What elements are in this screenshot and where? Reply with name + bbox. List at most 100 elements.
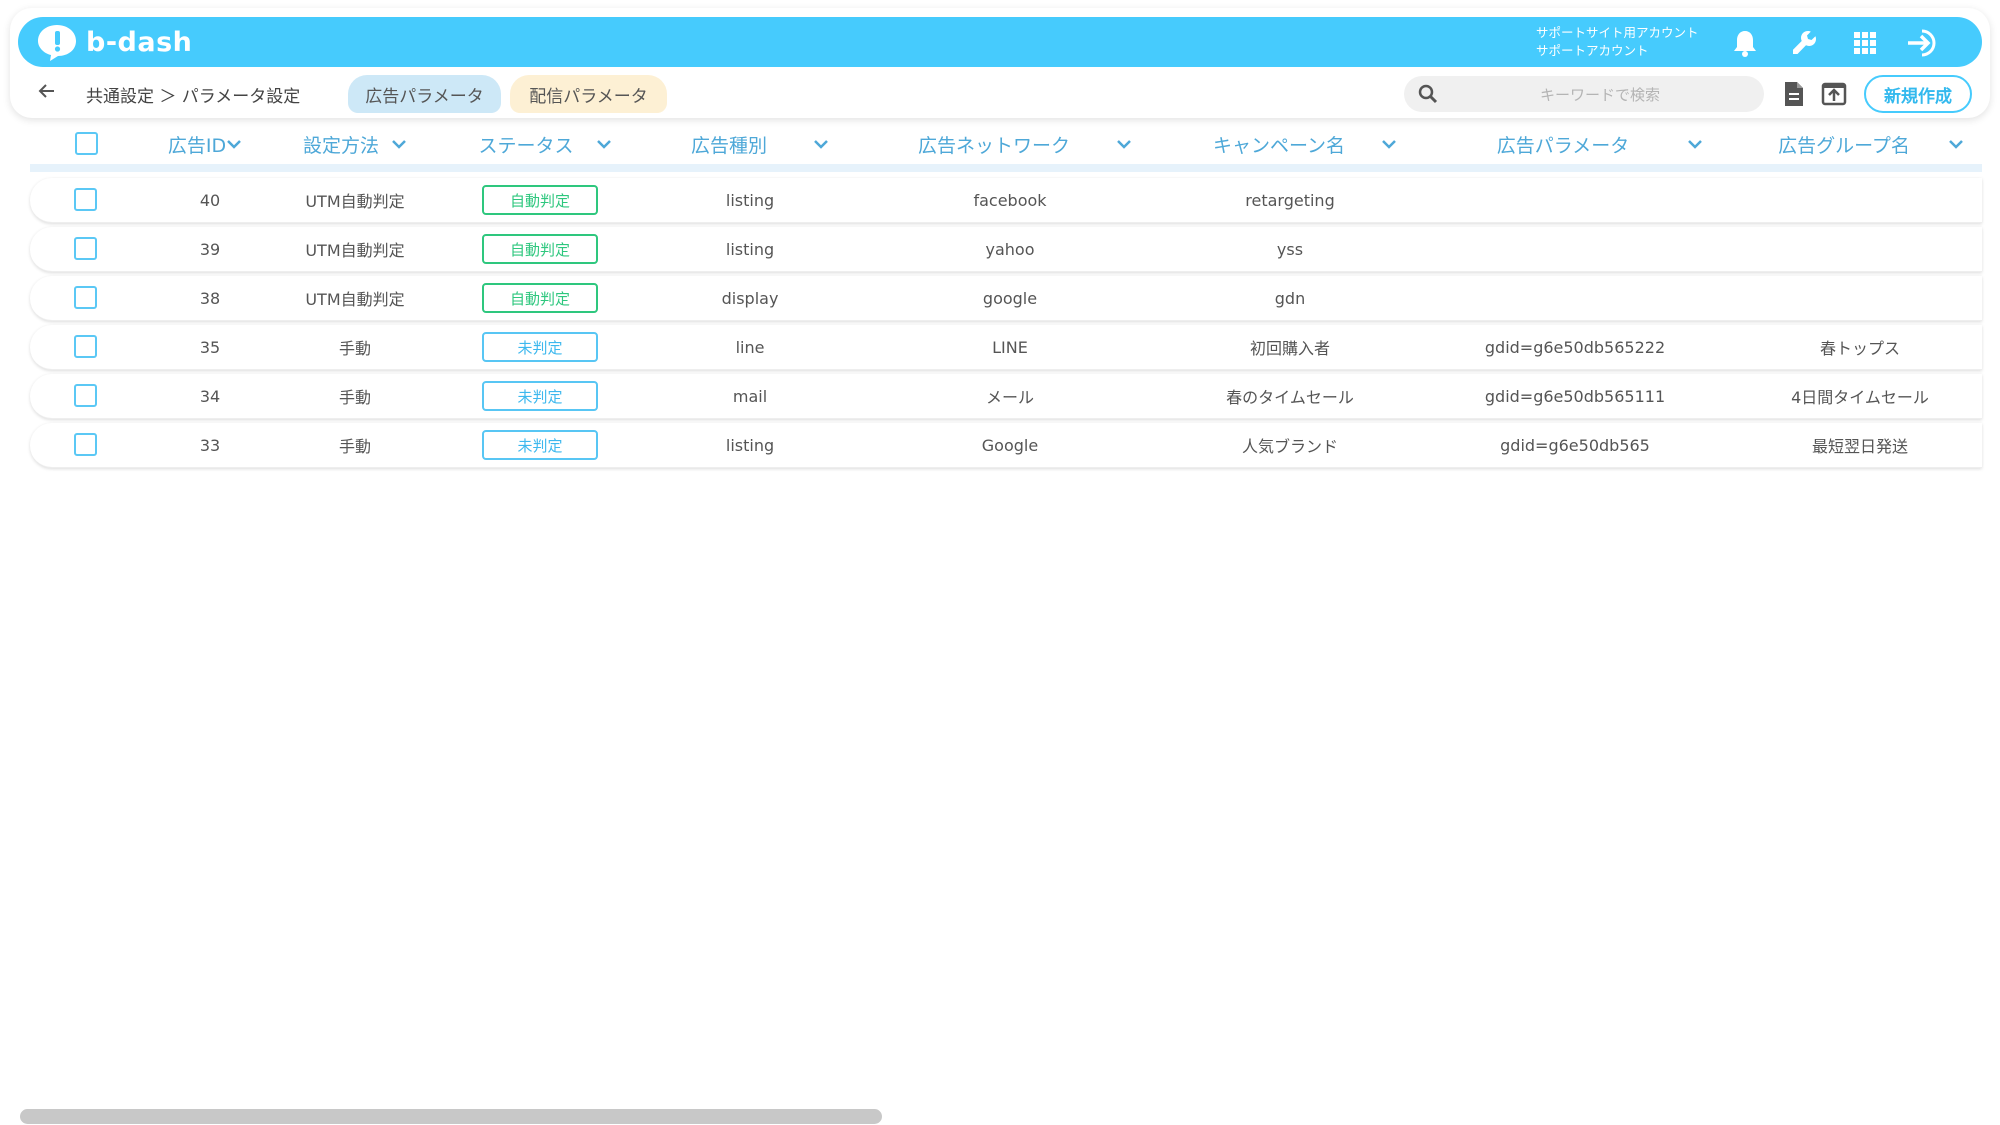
chevron-down-icon (814, 140, 828, 149)
account-info[interactable]: サポートサイト用アカウント サポートアカウント (1536, 24, 1699, 60)
cell-ad-group (1740, 227, 1980, 271)
table-row[interactable]: 35 手動 未判定 line LINE 初回購入者 gdid=g6e50db56… (30, 325, 1982, 370)
column-header-campaign[interactable]: キャンペーン名 (1180, 124, 1430, 164)
column-label: 広告グループ名 (1778, 134, 1910, 157)
cell-method: 手動 (338, 339, 371, 358)
column-label: キャンペーン名 (1212, 134, 1346, 157)
logo-bubble-icon (38, 25, 76, 61)
app-grid-icon[interactable] (1848, 26, 1882, 60)
row-checkbox[interactable] (74, 335, 97, 358)
column-header-status[interactable]: ステータス (450, 124, 640, 164)
cell-campaign: 初回購入者 (1249, 339, 1330, 358)
breadcrumb: 共通設定 ＞ パラメータ設定 (86, 87, 301, 107)
cell-method: UTM自動判定 (305, 241, 405, 260)
cell-ad-type: line (735, 337, 765, 357)
new-create-button[interactable]: 新規作成 (1864, 75, 1972, 113)
status-badge: 未判定 (482, 381, 598, 411)
logo-text: b-dash (86, 26, 193, 58)
row-checkbox[interactable] (74, 188, 97, 211)
column-header-ad-parameter[interactable]: 広告パラメータ (1460, 124, 1740, 164)
cell-ad-type: listing (725, 435, 775, 455)
status-badge: 未判定 (482, 430, 598, 460)
cell-ad-group (1740, 276, 1980, 320)
column-header-ad-group[interactable]: 広告グループ名 (1760, 124, 1982, 164)
cell-method: 手動 (338, 388, 371, 407)
cell-method: 手動 (338, 437, 371, 456)
row-checkbox[interactable] (74, 237, 97, 260)
cell-ad-network: メール (985, 388, 1034, 407)
status-badge: 自動判定 (482, 283, 598, 313)
status-badge: 自動判定 (482, 185, 598, 215)
cell-ad-network: yahoo (985, 239, 1035, 259)
chevron-down-icon (392, 140, 406, 149)
search-box (1404, 76, 1764, 112)
chevron-down-icon (1382, 140, 1396, 149)
column-label: 設定方法 (302, 134, 379, 157)
column-label: 広告ID (167, 134, 227, 157)
horizontal-scrollbar[interactable] (20, 1109, 882, 1124)
cell-campaign: yss (1276, 239, 1304, 259)
row-checkbox[interactable] (74, 286, 97, 309)
upload-icon[interactable] (1818, 78, 1850, 110)
cell-ad-type: mail (732, 386, 768, 406)
row-checkbox[interactable] (74, 433, 97, 456)
tab-ad-parameter[interactable]: 広告パラメータ (348, 75, 501, 113)
table-row[interactable]: 33 手動 未判定 listing Google 人気ブランド gdid=g6e… (30, 423, 1982, 468)
column-header-ad-type[interactable]: 広告種別 (660, 124, 860, 164)
logo[interactable]: b-dash (36, 22, 192, 62)
cell-ad-parameter (1450, 276, 1700, 320)
table-row[interactable]: 39 UTM自動判定 自動判定 listing yahoo yss (30, 227, 1982, 272)
wrench-icon[interactable] (1788, 26, 1822, 60)
cell-ad-group: 春トップス (1819, 339, 1900, 358)
cell-ad-id: 38 (199, 288, 221, 308)
cell-ad-group: 4日間タイムセール (1791, 388, 1929, 407)
status-badge: 自動判定 (482, 234, 598, 264)
tab-distribution-parameter[interactable]: 配信パラメータ (510, 75, 667, 113)
chevron-down-icon (1688, 140, 1703, 149)
chevron-down-icon (596, 140, 611, 149)
chevron-down-icon (1949, 140, 1963, 149)
cell-ad-parameter (1450, 178, 1700, 222)
cell-ad-id: 39 (199, 239, 221, 259)
cell-ad-id: 33 (199, 435, 221, 455)
account-name: サポートアカウント (1536, 43, 1649, 58)
cell-campaign: 人気ブランド (1241, 437, 1338, 456)
search-input[interactable] (1448, 80, 1752, 110)
cell-ad-network: google (982, 288, 1038, 308)
cell-ad-parameter: gdid=g6e50db565 (1500, 435, 1650, 455)
column-label: 広告パラメータ (1496, 134, 1630, 157)
cell-ad-network: LINE (992, 337, 1028, 357)
cell-campaign: gdn (1274, 288, 1306, 308)
cell-ad-type: listing (725, 239, 775, 259)
chevron-down-icon (1117, 140, 1131, 149)
cell-ad-parameter: gdid=g6e50db565111 (1484, 386, 1666, 406)
cell-ad-network: facebook (973, 190, 1047, 210)
cell-ad-parameter: gdid=g6e50db565222 (1484, 337, 1666, 357)
cell-method: UTM自動判定 (305, 290, 405, 309)
select-all-checkbox[interactable] (75, 132, 98, 155)
cell-ad-group: 最短翌日発送 (1811, 437, 1908, 456)
row-checkbox[interactable] (74, 384, 97, 407)
cell-ad-id: 40 (199, 190, 221, 210)
cell-ad-parameter (1450, 227, 1700, 271)
table-row[interactable]: 34 手動 未判定 mail メール 春のタイムセール gdid=g6e50db… (30, 374, 1982, 419)
column-header-ad-id[interactable]: 広告ID (150, 124, 260, 164)
cell-ad-type: listing (725, 190, 775, 210)
bell-icon[interactable] (1728, 26, 1762, 60)
column-label: ステータス (478, 134, 574, 157)
cell-ad-group (1740, 178, 1980, 222)
document-icon[interactable] (1778, 78, 1810, 110)
account-site-name: サポートサイト用アカウント (1536, 25, 1699, 40)
column-header-method[interactable]: 設定方法 (280, 124, 430, 164)
logout-icon[interactable] (1906, 26, 1940, 60)
back-arrow-icon[interactable] (36, 80, 62, 106)
cell-method: UTM自動判定 (305, 192, 405, 211)
column-label: 広告種別 (690, 134, 767, 157)
cell-ad-network: Google (981, 435, 1039, 455)
cell-ad-type: display (721, 288, 779, 308)
cell-ad-id: 35 (199, 337, 221, 357)
table-row[interactable]: 38 UTM自動判定 自動判定 display google gdn (30, 276, 1982, 321)
column-header-ad-network[interactable]: 広告ネットワーク (890, 124, 1160, 164)
cell-campaign: 春のタイムセール (1226, 388, 1354, 407)
table-row[interactable]: 40 UTM自動判定 自動判定 listing facebook retarge… (30, 178, 1982, 223)
